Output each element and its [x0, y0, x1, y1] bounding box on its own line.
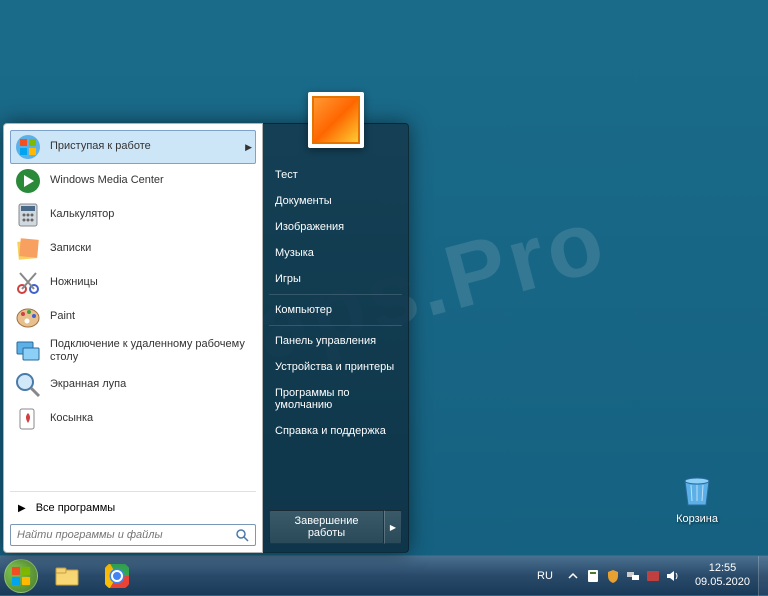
start-menu-right-panel: ТестДокументыИзображенияМузыкаИгры Компь… [263, 123, 409, 553]
tray-security-icon[interactable] [605, 568, 621, 584]
taskbar-explorer[interactable] [44, 560, 90, 592]
separator [269, 325, 402, 326]
separator [269, 294, 402, 295]
remote-desktop-icon [14, 337, 42, 365]
taskbar-clock[interactable]: 12:55 09.05.2020 [687, 562, 758, 588]
recycle-bin-label: Корзина [676, 513, 718, 525]
desktop[interactable]: Fraps.Pro Корзина Приступая к работе▶Win… [0, 0, 768, 595]
windows-orb-icon [4, 559, 38, 593]
search-input[interactable] [17, 529, 235, 541]
system-item[interactable]: Программы по умолчанию [263, 380, 408, 418]
snipping-tool-icon [14, 269, 42, 297]
calculator-icon [14, 201, 42, 229]
tray-volume-icon[interactable] [665, 568, 681, 584]
all-programs-button[interactable]: ▶ Все программы [10, 496, 256, 520]
system-item[interactable]: Устройства и принтеры [263, 354, 408, 380]
user-folder-item[interactable]: Игры [263, 266, 408, 292]
program-item-remote-desktop[interactable]: Подключение к удаленному рабочему столу [10, 334, 256, 368]
folder-icon [54, 565, 80, 587]
system-item[interactable]: Панель управления [263, 328, 408, 354]
getting-started-icon [14, 133, 42, 161]
tray-app-icon[interactable] [645, 568, 661, 584]
language-indicator[interactable]: RU [531, 570, 559, 582]
user-folder-item[interactable]: Музыка [263, 240, 408, 266]
shutdown-options-arrow[interactable]: ▶ [384, 510, 402, 544]
start-menu: Приступая к работе▶Windows Media CenterК… [3, 123, 409, 553]
recycle-bin[interactable]: Корзина [676, 469, 718, 525]
magnifier-icon [14, 371, 42, 399]
system-item[interactable]: Справка и поддержка [263, 418, 408, 444]
user-avatar[interactable] [308, 92, 364, 148]
user-folder-item[interactable]: Изображения [263, 214, 408, 240]
tray-network-icon[interactable] [625, 568, 641, 584]
program-item-getting-started[interactable]: Приступая к работе▶ [10, 130, 256, 164]
shutdown-button[interactable]: Завершение работы [269, 510, 384, 544]
program-item-media-center[interactable]: Windows Media Center [10, 164, 256, 198]
program-item-magnifier[interactable]: Экранная лупа [10, 368, 256, 402]
program-item-snipping-tool[interactable]: Ножницы [10, 266, 256, 300]
start-menu-left-panel: Приступая к работе▶Windows Media CenterК… [3, 123, 263, 553]
search-icon [235, 528, 249, 542]
start-menu-program-list: Приступая к работе▶ Windows Media Center К… [10, 130, 256, 487]
taskbar-chrome[interactable] [94, 560, 140, 592]
program-item-label: Подключение к удаленному рабочему столу [50, 338, 252, 364]
tray-show-hidden-icon[interactable] [565, 568, 581, 584]
shutdown-group: Завершение работы ▶ [269, 510, 402, 544]
all-programs-label: Все программы [36, 502, 115, 514]
program-item-paint[interactable]: Paint [10, 300, 256, 334]
program-item-solitaire[interactable]: Косынка [10, 402, 256, 436]
clock-date: 09.05.2020 [695, 576, 750, 589]
media-center-icon [14, 167, 42, 195]
show-desktop-button[interactable] [758, 556, 768, 596]
program-item-calculator[interactable]: Калькулятор [10, 198, 256, 232]
user-folder-item[interactable]: Тест [263, 162, 408, 188]
start-button[interactable] [0, 556, 42, 596]
arrow-right-icon: ▶ [18, 503, 26, 514]
tray-action-center-icon[interactable] [585, 568, 601, 584]
taskbar: RU 12:55 09.05.2020 [0, 555, 768, 595]
user-folder-item[interactable]: Документы [263, 188, 408, 214]
sticky-notes-icon [14, 235, 42, 263]
program-item-label: Ножницы [50, 276, 252, 289]
program-item-sticky-notes[interactable]: Записки [10, 232, 256, 266]
avatar-image [312, 96, 360, 144]
program-item-label: Windows Media Center [50, 174, 252, 187]
chrome-icon [105, 564, 129, 588]
recycle-bin-icon [677, 469, 717, 509]
program-item-label: Записки [50, 242, 252, 255]
solitaire-icon [14, 405, 42, 433]
clock-time: 12:55 [695, 562, 750, 575]
program-item-label: Paint [50, 310, 252, 323]
paint-icon [14, 303, 42, 331]
computer-item[interactable]: Компьютер [263, 297, 408, 323]
program-item-label: Экранная лупа [50, 378, 252, 391]
search-box[interactable] [10, 524, 256, 546]
system-tray [559, 568, 687, 584]
separator [10, 491, 256, 492]
program-item-label: Приступая к работе [50, 140, 245, 153]
submenu-arrow-icon: ▶ [245, 142, 252, 153]
program-item-label: Косынка [50, 412, 252, 425]
program-item-label: Калькулятор [50, 208, 252, 221]
